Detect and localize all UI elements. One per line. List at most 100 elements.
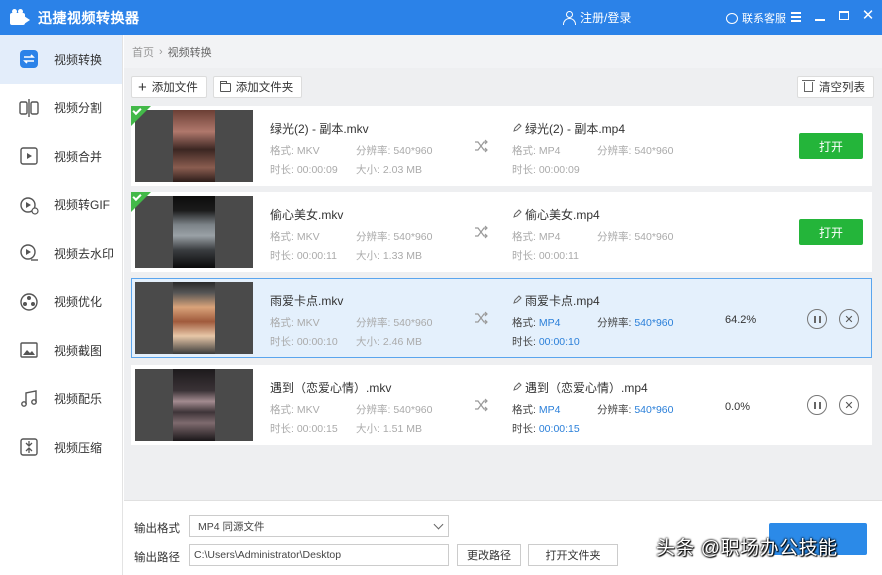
format-label: 格式: [270,231,294,243]
source-resolution: 540*960 [393,231,433,243]
sidebar-item-watermark[interactable]: 视频去水印 [0,229,122,278]
watermark-text: 头条 @职场办公技能 [656,538,838,559]
sidebar-item-split[interactable]: 视频分割 [0,84,122,133]
pencil-icon [513,123,522,132]
file-row[interactable]: 雨爱卡点.mkv 格式: MKV 分辨率: 540*960 时长: 00:00:… [131,278,872,358]
chat-icon [726,12,738,24]
sidebar-item-gif[interactable]: 视频转GIF [0,181,122,230]
output-duration: 00:00:09 [538,164,580,176]
merge-icon [18,145,40,167]
breadcrumb-home[interactable]: 首页 [132,44,154,60]
file-row[interactable]: 偷心美女.mkv 格式: MKV 分辨率: 540*960 时长: 00:00:… [131,191,872,272]
pause-button[interactable] [807,395,827,415]
close-icon[interactable]: ✕ [860,8,876,24]
chevron-down-icon [433,519,444,530]
source-format: MKV [296,404,320,416]
output-format: MP4 [538,404,561,416]
sidebar-item-optimize[interactable]: 视频优化 [0,278,122,327]
convert-icon [18,48,40,70]
progress-percent: 64.2% [725,314,757,326]
pause-button[interactable] [807,309,827,329]
source-format: MKV [296,145,320,157]
optimize-icon [18,291,40,313]
maximize-icon[interactable] [836,8,852,24]
output-format-value: MP4 同源文件 [198,520,265,533]
output-file-name-edit[interactable]: 绿光(2) - 副本.mp4 [512,120,625,137]
duration-label: 时长: [512,423,536,435]
duration-label: 时长: [512,164,536,176]
source-size: 2.03 MB [382,164,422,176]
sidebar-item-screenshot[interactable]: 视频截图 [0,326,122,375]
output-format-select[interactable]: MP4 同源文件 [189,515,449,537]
duration-label: 时长: [270,423,294,435]
progress-percent: 0.0% [725,401,751,413]
sidebar-item-convert[interactable]: 视频转换 [0,35,122,84]
output-path-value: C:\Users\Administrator\Desktop [194,549,342,561]
menu-icon[interactable] [788,8,804,24]
breadcrumb-current: 视频转换 [167,46,212,59]
source-format: MKV [296,317,320,329]
sidebar-item-label: 视频分割 [54,101,103,116]
open-folder-button[interactable]: 打开文件夹 [528,544,618,566]
resolution-label: 分辨率: [597,404,632,416]
file-row[interactable]: 遇到（恋爱心情）.mkv 格式: MKV 分辨率: 540*960 时长: 00… [131,365,872,445]
add-folder-label: 添加文件夹 [235,82,294,94]
output-file-name-edit[interactable]: 遇到（恋爱心情）.mp4 [512,379,648,396]
source-resolution: 540*960 [393,317,433,329]
user-icon [563,10,576,25]
close-icon: ✕ [844,399,854,412]
sidebar-item-label: 视频压缩 [54,440,103,455]
output-format: MP4 [538,317,561,329]
sidebar-item-merge[interactable]: 视频合并 [0,132,122,181]
sidebar-item-compress[interactable]: 视频压缩 [0,423,122,472]
resolution-label: 分辨率: [356,145,391,157]
size-label: 大小: [356,164,380,176]
add-file-button[interactable]: + 添加文件 [131,76,207,98]
sidebar-item-label: 视频转换 [54,52,103,67]
size-label: 大小: [356,423,380,435]
duration-label: 时长: [512,250,536,262]
watermark-remove-icon [18,242,40,264]
split-icon [18,97,40,119]
sidebar-item-music[interactable]: 视频配乐 [0,375,122,424]
output-file-name-edit[interactable]: 雨爱卡点.mp4 [512,292,600,309]
file-row[interactable]: 绿光(2) - 副本.mkv 格式: MKV 分辨率: 540*960 时长: … [131,105,872,186]
clear-list-button[interactable]: 清空列表 [797,76,874,98]
add-folder-button[interactable]: 添加文件夹 [212,76,303,98]
sidebar-item-label: 视频转GIF [54,198,110,213]
output-path-field[interactable]: C:\Users\Administrator\Desktop [189,544,449,566]
output-file-name-edit[interactable]: 偷心美女.mp4 [512,206,600,223]
change-path-button[interactable]: 更改路径 [457,544,521,566]
remove-button[interactable]: ✕ [839,309,859,329]
output-format: MP4 [538,231,561,243]
open-button[interactable]: 打开 [799,133,863,159]
source-duration: 00:00:09 [296,164,338,176]
output-duration: 00:00:10 [538,336,580,348]
service-label: 联系客服 [742,13,786,25]
source-duration: 00:00:10 [296,336,338,348]
login-label: 注册/登录 [580,11,632,25]
video-thumbnail [135,282,253,354]
output-resolution: 540*960 [634,231,674,243]
minimize-icon[interactable] [812,8,828,24]
output-format-label: 输出格式 [134,523,180,535]
sidebar-item-label: 视频配乐 [54,392,103,407]
add-file-label: 添加文件 [151,82,198,94]
format-label: 格式: [512,317,536,329]
source-file-name: 遇到（恋爱心情）.mkv [270,381,392,395]
open-button[interactable]: 打开 [799,219,863,245]
trash-icon [802,80,815,92]
resolution-label: 分辨率: [597,231,632,243]
format-label: 格式: [512,404,536,416]
source-format: MKV [296,231,320,243]
remove-button[interactable]: ✕ [839,395,859,415]
output-resolution: 540*960 [634,145,674,157]
format-label: 格式: [270,145,294,157]
login-link[interactable]: 注册/登录 [563,9,631,26]
shuffle-icon [475,398,488,412]
resolution-label: 分辨率: [597,145,632,157]
output-file-name: 绿光(2) - 副本.mp4 [525,122,626,136]
plus-icon: + [138,78,147,96]
contact-service-link[interactable]: 联系客服 [726,10,786,26]
output-file-name: 偷心美女.mp4 [525,208,600,222]
